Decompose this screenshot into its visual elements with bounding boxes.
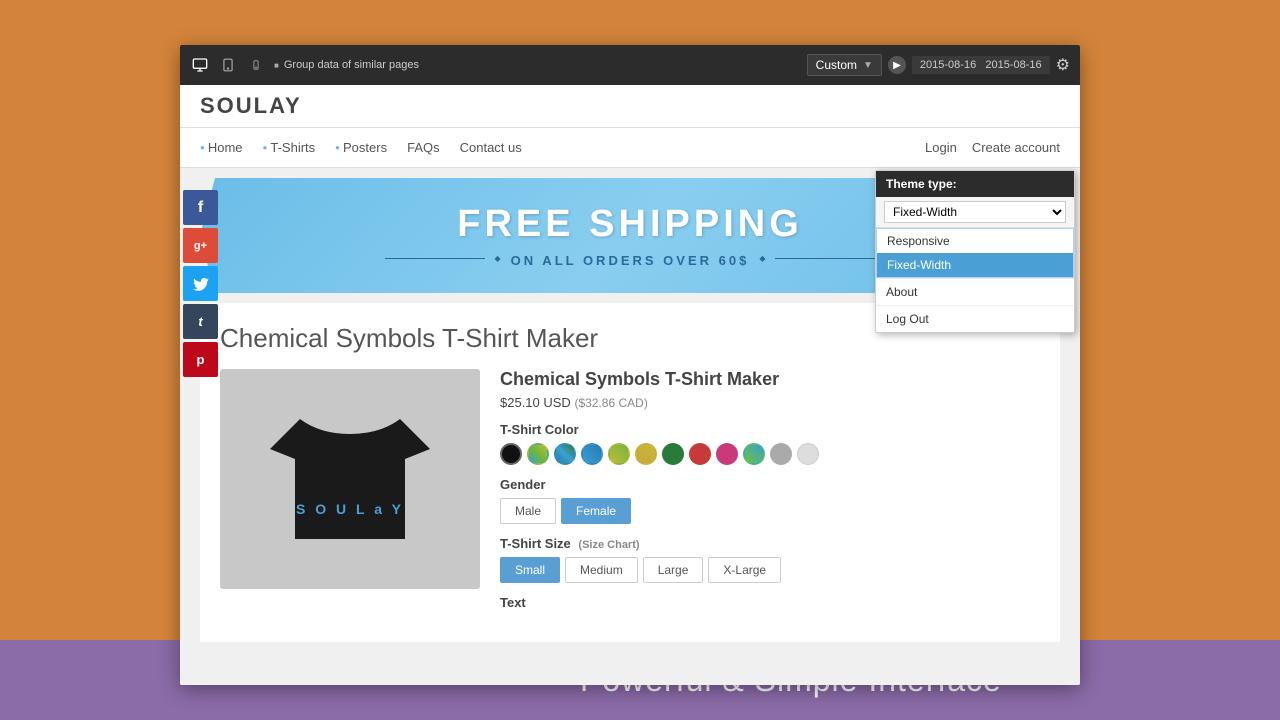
- svg-text:S O U L a Y: S O U L a Y: [296, 501, 404, 517]
- swatch-gray[interactable]: [770, 443, 792, 465]
- gender-option-section: Gender Male Female: [500, 477, 1040, 524]
- swatch-multi1[interactable]: [527, 443, 549, 465]
- nav-link-contact[interactable]: Contact us: [460, 140, 522, 155]
- nav-link-faqs[interactable]: FAQs: [407, 140, 440, 155]
- swatch-dark-green[interactable]: [662, 443, 684, 465]
- product-details: Chemical Symbols T-Shirt Maker $25.10 US…: [500, 369, 1040, 622]
- theme-options: Responsive Fixed-Width: [876, 228, 1074, 278]
- swatch-red[interactable]: [689, 443, 711, 465]
- nav-links: ●Home ●T-Shirts ●Posters FAQs Contact us: [200, 128, 522, 167]
- size-medium-button[interactable]: Medium: [565, 557, 638, 583]
- product-price: $25.10 USD ($32.86 CAD): [500, 395, 1040, 410]
- nav-link-posters[interactable]: ●Posters: [335, 140, 387, 155]
- nav-circle[interactable]: ▶: [888, 56, 906, 74]
- swatch-multi2[interactable]: [554, 443, 576, 465]
- dropdown-arrow: ▼: [863, 60, 873, 71]
- size-large-button[interactable]: Large: [643, 557, 704, 583]
- swatch-light-gray[interactable]: [797, 443, 819, 465]
- size-xlarge-button[interactable]: X-Large: [708, 557, 781, 583]
- pinterest-button[interactable]: p: [183, 342, 218, 377]
- product-body: S O U L a Y Chemical Symbols T-Shirt Mak…: [220, 369, 1040, 622]
- date-display: 2015-08-16 2015-08-16: [912, 56, 1050, 74]
- theme-header: Theme type:: [876, 171, 1074, 197]
- product-image: S O U L a Y: [220, 369, 480, 589]
- browser-toolbar: Group data of similar pages Custom ▼ ▶ 2…: [180, 45, 1080, 85]
- create-account-link[interactable]: Create account: [972, 140, 1060, 155]
- text-option-section: Text: [500, 595, 1040, 610]
- swatch-black[interactable]: [500, 443, 522, 465]
- gender-buttons: Male Female: [500, 498, 1040, 524]
- size-option-section: T-Shirt Size (Size Chart) Small Medium L…: [500, 536, 1040, 583]
- desktop-icon[interactable]: [190, 55, 210, 75]
- site-logo: SOULAY: [200, 93, 302, 119]
- size-small-button[interactable]: Small: [500, 557, 560, 583]
- color-swatches: [500, 443, 1040, 465]
- social-sidebar: f g+ t p: [183, 190, 218, 377]
- color-option-section: T-Shirt Color: [500, 422, 1040, 465]
- swatch-yellow-green[interactable]: [608, 443, 630, 465]
- theme-option-responsive[interactable]: Responsive: [877, 229, 1073, 253]
- diamond-icon-right: ◆: [759, 254, 765, 263]
- theme-select-row: Fixed-Width: [876, 197, 1074, 228]
- nav-link-tshirts[interactable]: ●T-Shirts: [263, 140, 316, 155]
- theme-dropdown: Theme type: Fixed-Width Responsive Fixed…: [875, 170, 1075, 333]
- facebook-button[interactable]: f: [183, 190, 218, 225]
- theme-option-fixed-width[interactable]: Fixed-Width: [877, 253, 1073, 277]
- gender-female-button[interactable]: Female: [561, 498, 631, 524]
- gender-male-button[interactable]: Male: [500, 498, 556, 524]
- toolbar-right: Custom ▼ ▶ 2015-08-16 2015-08-16 ⚙: [807, 54, 1070, 76]
- nav-link-home[interactable]: ●Home: [200, 140, 243, 155]
- size-chart-link[interactable]: (Size Chart): [578, 539, 639, 551]
- twitter-button[interactable]: [183, 266, 218, 301]
- swatch-blue[interactable]: [581, 443, 603, 465]
- mobile-icon[interactable]: [246, 55, 266, 75]
- google-plus-button[interactable]: g+: [183, 228, 218, 263]
- swatch-pink[interactable]: [716, 443, 738, 465]
- gear-button[interactable]: ⚙: [1056, 55, 1070, 75]
- swatch-green-blue[interactable]: [743, 443, 765, 465]
- site-header: SOULAY: [180, 85, 1080, 128]
- banner-subtitle: ON ALL ORDERS OVER 60$: [511, 253, 750, 268]
- product-name: Chemical Symbols T-Shirt Maker: [500, 369, 1040, 390]
- product-section: Chemical Symbols T-Shirt Maker S O U L a…: [200, 303, 1060, 642]
- divider-line-right: [775, 258, 875, 259]
- size-buttons: Small Medium Large X-Large: [500, 557, 1040, 583]
- theme-menu-about[interactable]: About: [876, 278, 1074, 305]
- tumblr-button[interactable]: t: [183, 304, 218, 339]
- tablet-icon[interactable]: [218, 55, 238, 75]
- website-content: SOULAY ●Home ●T-Shirts ●Posters FAQs Con…: [180, 85, 1080, 685]
- divider-line-left: [385, 258, 485, 259]
- theme-menu-logout[interactable]: Log Out: [876, 305, 1074, 332]
- diamond-icon: ◆: [495, 254, 501, 263]
- gender-label: Gender: [500, 477, 1040, 492]
- size-label: T-Shirt Size (Size Chart): [500, 536, 1040, 551]
- theme-select[interactable]: Fixed-Width: [884, 201, 1066, 223]
- custom-dropdown[interactable]: Custom ▼: [807, 54, 882, 76]
- color-label: T-Shirt Color: [500, 422, 1040, 437]
- nav-right: Login Create account: [925, 140, 1060, 155]
- page-label: Group data of similar pages: [274, 59, 799, 71]
- text-label: Text: [500, 595, 1040, 610]
- site-nav: ●Home ●T-Shirts ●Posters FAQs Contact us…: [180, 128, 1080, 168]
- login-link[interactable]: Login: [925, 140, 957, 155]
- browser-window: Group data of similar pages Custom ▼ ▶ 2…: [180, 45, 1080, 685]
- swatch-gold[interactable]: [635, 443, 657, 465]
